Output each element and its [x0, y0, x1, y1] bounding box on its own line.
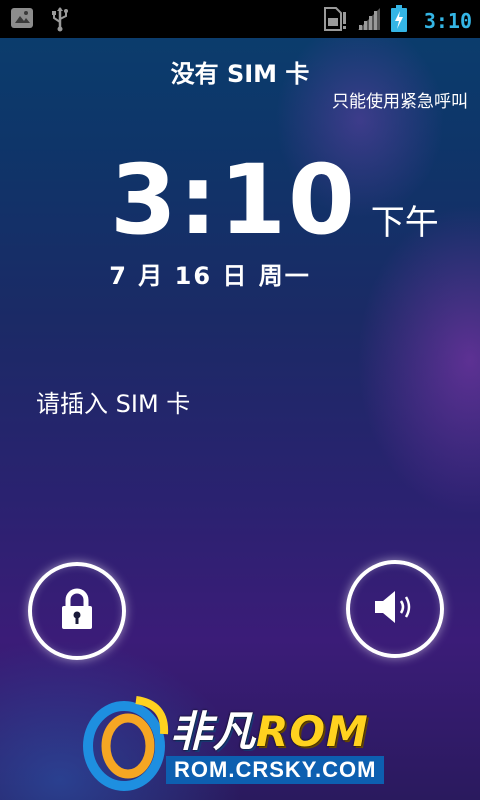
- clock-area: 3:10 下午: [110, 152, 439, 248]
- watermark-url: ROM.CRSKY.COM: [166, 756, 385, 784]
- status-bar: 3:10: [0, 0, 480, 38]
- sound-toggle-button[interactable]: [346, 560, 444, 658]
- sound-on-icon: [371, 587, 419, 631]
- status-bar-right: 3:10: [322, 5, 472, 37]
- status-bar-time: 3:10: [423, 9, 472, 33]
- usb-icon: [50, 6, 70, 36]
- battery-charging-icon: [390, 5, 408, 37]
- watermark-name: 非凡: [170, 707, 257, 756]
- status-bar-left: [10, 6, 70, 36]
- signal-icon: [356, 6, 382, 36]
- date-label: 7 月 16 日 周一: [109, 262, 311, 290]
- watermark: 非凡ROM ROM.CRSKY.COM: [78, 694, 408, 794]
- clock-time: 3:10: [110, 144, 357, 256]
- no-sim-icon: [322, 6, 348, 36]
- emergency-calls-only-text: 只能使用紧急呼叫: [332, 92, 468, 112]
- unlock-button[interactable]: [28, 562, 126, 660]
- image-notification-icon[interactable]: [10, 6, 34, 36]
- clock-ampm: 下午: [370, 203, 439, 243]
- watermark-title: 非凡ROM: [170, 698, 369, 759]
- watermark-logo-icon: [78, 694, 170, 798]
- insert-sim-message: 请插入 SIM 卡: [36, 390, 191, 418]
- watermark-rom: ROM: [256, 707, 369, 756]
- lock-icon: [59, 588, 95, 634]
- carrier-label: 没有 SIM 卡: [170, 60, 310, 88]
